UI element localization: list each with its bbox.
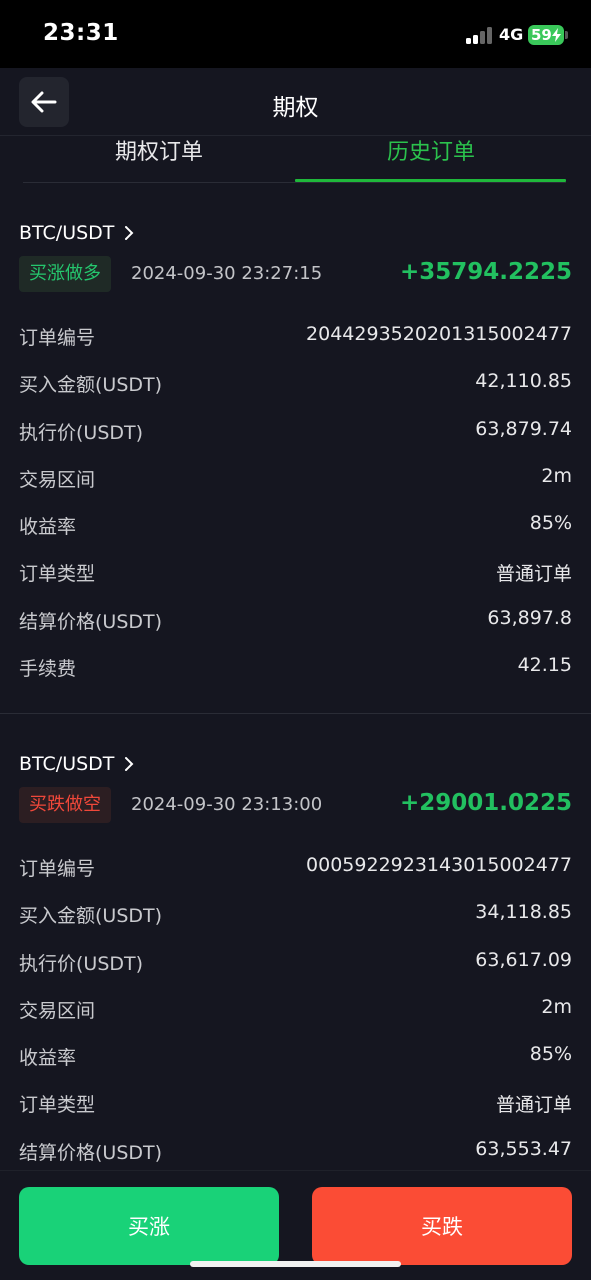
row-label: 执行价(USDT) <box>19 422 144 444</box>
buy-down-button[interactable]: 买跌 <box>312 1187 572 1265</box>
row-label: 交易区间 <box>19 469 96 491</box>
row-label: 订单类型 <box>19 563 96 585</box>
row-label: 收益率 <box>19 516 77 538</box>
pair-label: BTC/USDT <box>19 222 115 244</box>
order-row: 买入金额(USDT) 42,110.85 <box>19 370 572 400</box>
page-title: 期权 <box>272 95 319 121</box>
row-label: 结算价格(USDT) <box>19 1142 163 1164</box>
order-row: 收益率 85% <box>19 1043 572 1073</box>
order-row: 买入金额(USDT) 34,118.85 <box>19 901 572 931</box>
order-row: 手续费 42.15 <box>19 654 572 684</box>
profit-amount: +29001.0225 <box>399 790 572 816</box>
row-label: 收益率 <box>19 1047 77 1069</box>
home-indicator[interactable] <box>190 1261 401 1267</box>
order-time: 2024-09-30 23:27:15 <box>131 263 323 284</box>
pair-link[interactable]: BTC/USDT <box>19 222 134 244</box>
row-value: 63,553.47 <box>475 1138 572 1160</box>
row-value: 63,617.09 <box>475 949 572 971</box>
row-label: 买入金额(USDT) <box>19 374 163 396</box>
order-row: 订单类型 普通订单 <box>19 559 572 589</box>
row-value: 42.15 <box>517 654 572 676</box>
chevron-right-icon <box>125 226 134 240</box>
tab-divider <box>23 182 566 183</box>
status-bar: 23:31 4G 59 <box>0 0 591 68</box>
battery-icon: 59 <box>528 25 564 45</box>
order-card: BTC/USDT 买跌做空 2024-09-30 23:13:00 +29001… <box>0 753 591 1173</box>
row-label: 执行价(USDT) <box>19 953 144 975</box>
tab-option-orders[interactable]: 期权订单 <box>23 134 295 166</box>
order-row: 交易区间 2m <box>19 465 572 495</box>
order-row: 订单编号 2044293520201315002477 <box>19 323 572 353</box>
row-value: 0005922923143015002477 <box>306 854 572 876</box>
status-time: 23:31 <box>43 20 119 46</box>
row-value: 63,879.74 <box>475 418 572 440</box>
row-value: 2m <box>541 465 572 487</box>
row-value: 42,110.85 <box>475 370 572 392</box>
direction-badge: 买跌做空 <box>19 787 111 823</box>
tab-active-indicator <box>295 179 566 182</box>
row-value: 34,118.85 <box>475 901 572 923</box>
order-row: 执行价(USDT) 63,879.74 <box>19 418 572 448</box>
pair-link[interactable]: BTC/USDT <box>19 753 134 775</box>
pair-label: BTC/USDT <box>19 753 115 775</box>
row-value: 普通订单 <box>495 1094 572 1116</box>
profit-amount: +35794.2225 <box>399 259 572 285</box>
tab-history-orders[interactable]: 历史订单 <box>295 134 567 166</box>
order-row: 收益率 85% <box>19 512 572 542</box>
row-value: 2m <box>541 996 572 1018</box>
row-label: 订单编号 <box>19 327 96 349</box>
row-value: 2044293520201315002477 <box>306 323 572 345</box>
order-row: 交易区间 2m <box>19 996 572 1026</box>
signal-icon <box>466 27 493 44</box>
row-value: 85% <box>529 1043 572 1065</box>
chevron-right-icon <box>125 757 134 771</box>
order-row: 结算价格(USDT) 63,553.47 <box>19 1138 572 1168</box>
row-label: 交易区间 <box>19 1000 96 1022</box>
row-value: 63,897.8 <box>487 607 572 629</box>
row-value: 普通订单 <box>495 563 572 585</box>
app-header: 期权 <box>0 68 591 136</box>
card-divider <box>0 713 591 714</box>
order-row: 订单类型 普通订单 <box>19 1090 572 1120</box>
order-tabs: 期权订单 历史订单 <box>0 136 591 184</box>
row-label: 订单编号 <box>19 858 96 880</box>
direction-badge: 买涨做多 <box>19 256 111 292</box>
row-label: 结算价格(USDT) <box>19 611 163 633</box>
battery-tip <box>565 31 568 39</box>
order-card: BTC/USDT 买涨做多 2024-09-30 23:27:15 +35794… <box>0 222 591 702</box>
row-label: 手续费 <box>19 658 77 680</box>
order-row: 执行价(USDT) 63,617.09 <box>19 949 572 979</box>
order-row: 订单编号 0005922923143015002477 <box>19 854 572 884</box>
buy-up-button[interactable]: 买涨 <box>19 1187 279 1265</box>
battery-level: 59 <box>531 26 552 44</box>
network-type: 4G <box>499 25 524 44</box>
row-value: 85% <box>529 512 572 534</box>
order-time: 2024-09-30 23:13:00 <box>131 794 323 815</box>
row-label: 订单类型 <box>19 1094 96 1116</box>
order-row: 结算价格(USDT) 63,897.8 <box>19 607 572 637</box>
row-label: 买入金额(USDT) <box>19 905 163 927</box>
